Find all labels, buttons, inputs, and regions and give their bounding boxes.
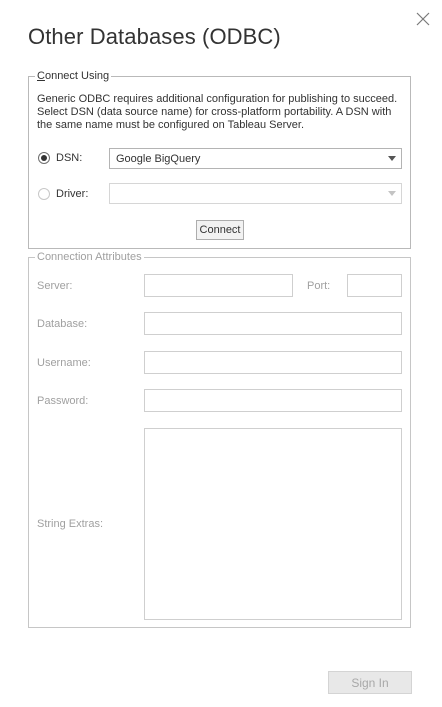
driver-select[interactable] <box>109 183 402 204</box>
database-label: Database: <box>37 318 88 330</box>
dialog-title: Other Databases (ODBC) <box>28 24 281 49</box>
username-input[interactable] <box>144 351 402 374</box>
close-button[interactable] <box>414 10 432 28</box>
dsn-radio[interactable]: DSN: <box>38 150 82 166</box>
username-label: Username: <box>37 357 91 369</box>
connect-using-legend-text: onnect Using <box>44 70 110 82</box>
port-input[interactable] <box>347 274 402 297</box>
chevron-down-icon[interactable] <box>383 184 401 203</box>
string-extras-textarea[interactable] <box>144 428 402 620</box>
connection-attributes-group: Connection Attributes Server: Port: Data… <box>28 250 411 628</box>
dsn-radio-circle[interactable] <box>38 152 50 164</box>
connection-attributes-legend: Connection Attributes <box>35 250 144 264</box>
server-input[interactable] <box>144 274 293 297</box>
dsn-radio-dot <box>41 155 47 161</box>
driver-radio-circle[interactable] <box>38 188 50 200</box>
driver-radio[interactable]: Driver: <box>38 186 88 202</box>
driver-radio-label: Driver: <box>56 188 89 200</box>
string-extras-label: String Extras: <box>37 518 104 530</box>
close-icon <box>416 12 430 26</box>
dsn-radio-label: DSN: <box>56 152 83 164</box>
connect-button[interactable]: Connect <box>196 220 244 240</box>
port-label: Port: <box>307 280 331 292</box>
password-label: Password: <box>37 395 89 407</box>
database-input[interactable] <box>144 312 402 335</box>
sign-in-button[interactable]: Sign In <box>328 671 412 694</box>
chevron-down-icon[interactable] <box>383 149 401 168</box>
connect-using-description: Generic ODBC requires additional configu… <box>37 93 398 131</box>
password-input[interactable] <box>144 389 402 412</box>
dsn-select-value: Google BigQuery <box>116 152 201 165</box>
dsn-select[interactable]: Google BigQuery <box>109 148 402 169</box>
server-label: Server: <box>37 280 73 292</box>
connect-using-group: Connect Using Generic ODBC requires addi… <box>28 69 411 249</box>
connect-using-legend: Connect Using <box>35 69 112 83</box>
